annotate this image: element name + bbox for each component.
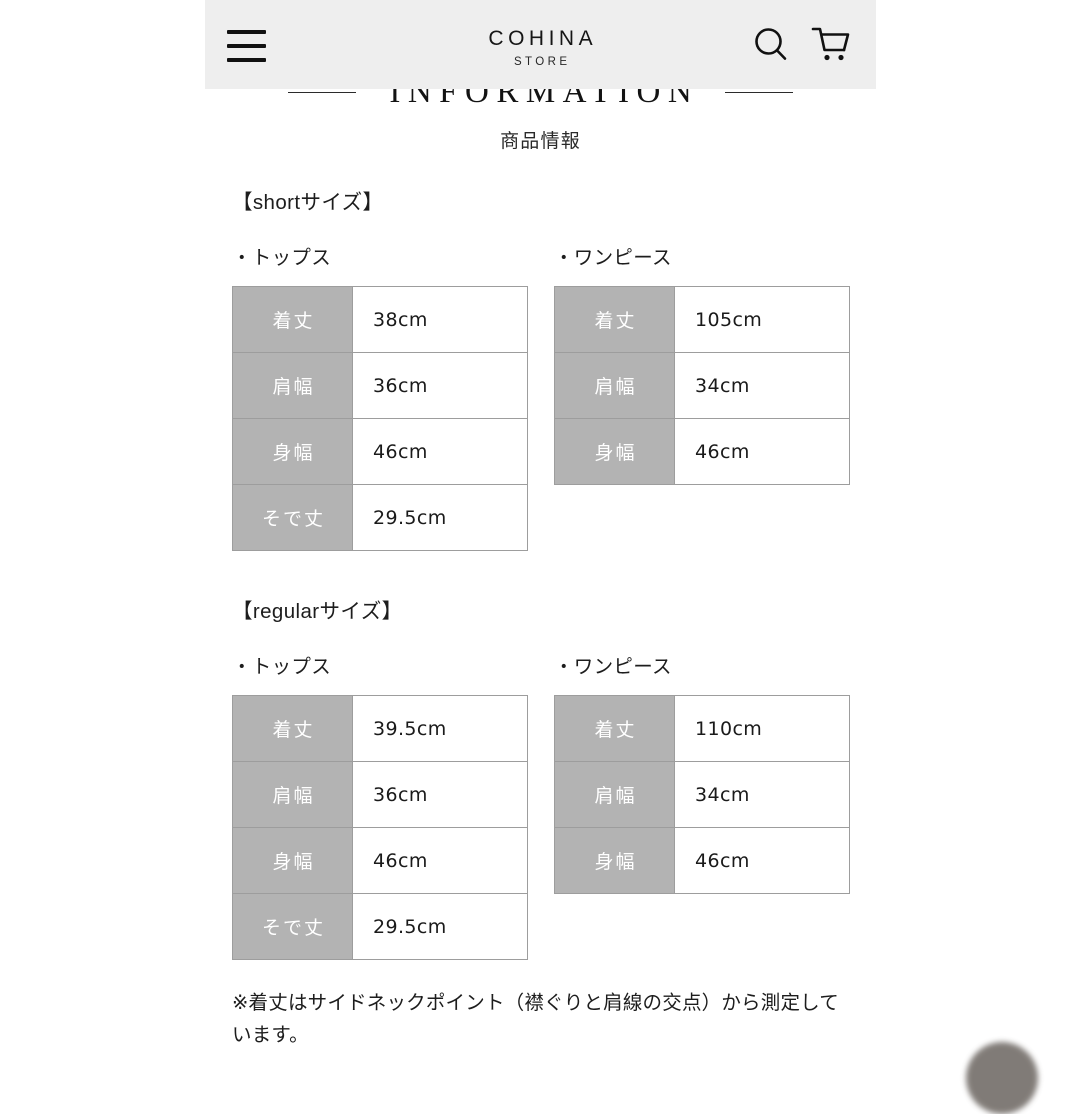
dress-spec-table: 着丈 110cm 肩幅 34cm 身幅 46cm (554, 695, 850, 895)
floating-action-button[interactable] (966, 1042, 1038, 1114)
spec-value: 39.5cm (352, 695, 528, 763)
size-group-regular: 【regularサイズ】 ・トップス 着丈 39.5cm 肩幅 36cm 身幅 … (232, 599, 852, 961)
table-row: そで丈 29.5cm (232, 893, 528, 961)
dress-table-column: ・ワンピース 着丈 110cm 肩幅 34cm 身幅 46cm (554, 656, 850, 960)
spec-label: 着丈 (232, 286, 353, 354)
table-row: 身幅 46cm (554, 418, 850, 486)
hamburger-menu-icon[interactable] (227, 26, 273, 66)
spec-label: 着丈 (232, 695, 353, 763)
table-row: そで丈 29.5cm (232, 484, 528, 552)
spec-value: 29.5cm (352, 484, 528, 552)
spec-value: 29.5cm (352, 893, 528, 961)
tops-table-column: ・トップス 着丈 39.5cm 肩幅 36cm 身幅 46cm そで丈 29.5… (232, 655, 528, 961)
page-subtitle: 商品情報 (500, 131, 581, 152)
size-tables-row: ・トップス 着丈 39.5cm 肩幅 36cm 身幅 46cm そで丈 29.5… (232, 655, 852, 961)
size-group-title: 【shortサイズ】 (232, 191, 384, 214)
tops-spec-table: 着丈 38cm 肩幅 36cm 身幅 46cm そで丈 29.5cm (232, 286, 528, 552)
tops-table-column: ・トップス 着丈 38cm 肩幅 36cm 身幅 46cm そで丈 29.5cm (232, 246, 528, 552)
header-actions (748, 22, 854, 68)
dress-spec-table: 着丈 105cm 肩幅 34cm 身幅 46cm (554, 286, 850, 486)
spec-value: 36cm (352, 352, 528, 420)
spec-value: 46cm (674, 418, 850, 486)
hamburger-bar-3 (227, 58, 266, 62)
tops-column-title: ・トップス (232, 655, 332, 678)
dress-column-title: ・ワンピース (554, 246, 672, 269)
spec-value: 46cm (352, 827, 528, 895)
spec-label: 肩幅 (232, 352, 353, 420)
size-group-short: 【shortサイズ】 ・トップス 着丈 38cm 肩幅 36cm 身幅 46cm… (232, 190, 852, 552)
spec-label: 肩幅 (232, 761, 353, 829)
table-row: 肩幅 34cm (554, 761, 850, 829)
size-group-title: 【regularサイズ】 (232, 600, 403, 624)
table-row: 身幅 46cm (554, 827, 850, 895)
shopping-cart-icon[interactable] (808, 22, 854, 68)
spec-label: 身幅 (554, 418, 675, 486)
spec-label: そで丈 (232, 484, 353, 552)
spec-value: 36cm (352, 761, 528, 829)
spec-value: 105cm (674, 286, 850, 354)
dress-table-column: ・ワンピース 着丈 105cm 肩幅 34cm 身幅 46cm (554, 247, 850, 551)
size-tables-row: ・トップス 着丈 38cm 肩幅 36cm 身幅 46cm そで丈 29.5cm… (232, 246, 852, 552)
spec-label: 身幅 (554, 827, 675, 895)
table-row: 着丈 39.5cm (232, 695, 528, 763)
spec-label: 肩幅 (554, 761, 675, 829)
site-header: COHINA STORE (205, 0, 876, 89)
hamburger-bar-1 (227, 30, 266, 34)
table-row: 着丈 105cm (554, 286, 850, 354)
tops-spec-table: 着丈 39.5cm 肩幅 36cm 身幅 46cm そで丈 29.5cm (232, 695, 528, 961)
spec-value: 46cm (674, 827, 850, 895)
spec-label: 肩幅 (554, 352, 675, 420)
spec-value: 110cm (674, 695, 850, 763)
dress-column-title: ・ワンピース (554, 655, 672, 678)
table-row: 肩幅 36cm (232, 352, 528, 420)
spec-label: 身幅 (232, 827, 353, 895)
table-row: 身幅 46cm (232, 827, 528, 895)
tops-column-title: ・トップス (232, 246, 332, 269)
information-content: 【shortサイズ】 ・トップス 着丈 38cm 肩幅 36cm 身幅 46cm… (232, 190, 852, 1051)
hamburger-bar-2 (227, 44, 266, 48)
table-row: 肩幅 34cm (554, 352, 850, 420)
table-row: 着丈 38cm (232, 286, 528, 354)
heading-rule-right (725, 92, 794, 93)
spec-label: 着丈 (554, 286, 675, 354)
spec-label: 着丈 (554, 695, 675, 763)
table-row: 肩幅 36cm (232, 761, 528, 829)
page-root: COHINA STORE INFORMATION 商品情報 【shortサイズ】… (0, 0, 1080, 1114)
table-row: 着丈 110cm (554, 695, 850, 763)
spec-value: 34cm (674, 761, 850, 829)
spec-value: 46cm (352, 418, 528, 486)
spec-value: 38cm (352, 286, 528, 354)
heading-rule-left (287, 92, 356, 93)
spec-value: 34cm (674, 352, 850, 420)
measurement-note: ※着丈はサイドネックポイント（襟ぐりと肩線の交点）から測定しています。 (232, 992, 839, 1046)
search-icon[interactable] (748, 22, 794, 68)
spec-label: そで丈 (232, 893, 353, 961)
spec-label: 身幅 (232, 418, 353, 486)
table-row: 身幅 46cm (232, 418, 528, 486)
